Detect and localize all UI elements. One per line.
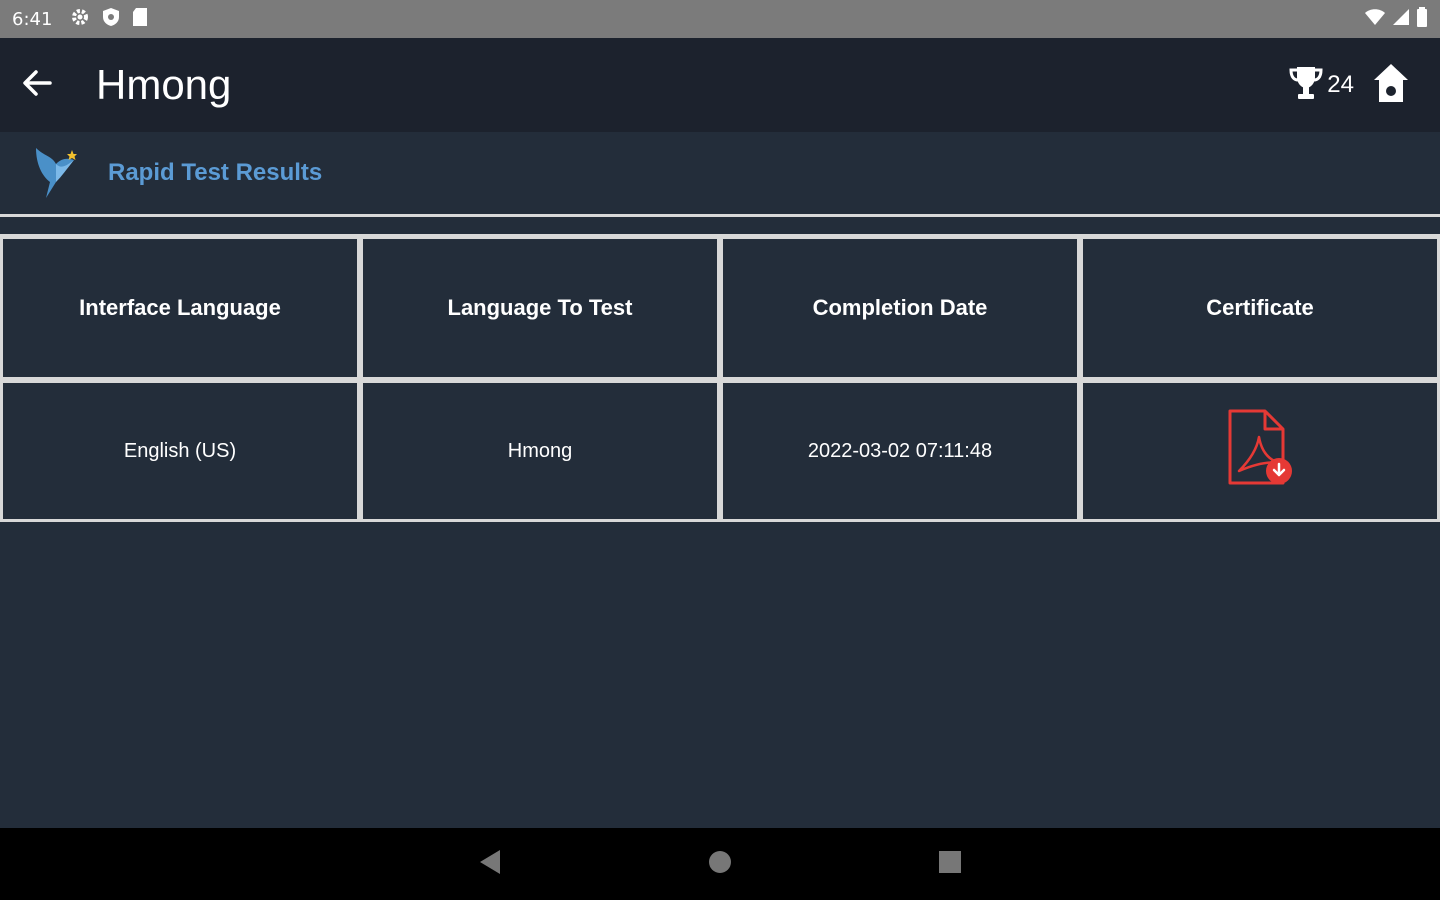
app-actions: 24 [1287, 62, 1410, 109]
column-header: Completion Date [720, 236, 1080, 380]
nav-home-button[interactable] [700, 844, 740, 884]
pdf-download-icon[interactable] [1227, 409, 1293, 487]
trophy-count: 24 [1327, 71, 1354, 98]
table-row: English (US) Hmong 2022-03-02 07:11:48 [0, 380, 1440, 522]
table-header-row: Interface Language Language To Test Comp… [0, 236, 1440, 380]
bird-logo-icon [34, 146, 80, 200]
back-button[interactable] [0, 38, 74, 132]
home-icon [1372, 62, 1410, 109]
back-arrow-icon [20, 66, 54, 105]
completion-date-cell: 2022-03-02 07:11:48 [720, 380, 1080, 522]
language-to-test-cell: Hmong [360, 380, 720, 522]
gear-icon [70, 7, 90, 32]
interface-language-cell: English (US) [0, 380, 360, 522]
column-header: Interface Language [0, 236, 360, 380]
section-title: Rapid Test Results [108, 159, 323, 186]
nav-back-button[interactable] [470, 844, 510, 884]
status-time: 6:41 [12, 8, 53, 30]
shield-icon [102, 7, 120, 32]
status-icons-right [1364, 6, 1428, 32]
nav-home-icon [708, 850, 732, 879]
nav-back-icon [478, 849, 502, 880]
app-bar: Hmong 24 [0, 38, 1440, 132]
column-header: Language To Test [360, 236, 720, 380]
trophy-icon [1287, 65, 1325, 106]
nav-recents-icon [939, 850, 961, 878]
trophy-button[interactable]: 24 [1287, 65, 1354, 106]
status-icons-left [70, 7, 148, 32]
signal-icon [1392, 8, 1410, 31]
results-table: Interface Language Language To Test Comp… [0, 236, 1440, 522]
section-header: Rapid Test Results [0, 132, 1440, 214]
certificate-cell [1080, 380, 1440, 522]
wifi-icon [1364, 8, 1386, 31]
home-button[interactable] [1372, 62, 1410, 109]
system-nav-bar [0, 828, 1440, 900]
column-header: Certificate [1080, 236, 1440, 380]
page-title: Hmong [96, 61, 232, 108]
status-bar: 6:41 [0, 0, 1440, 38]
divider [0, 214, 1440, 217]
battery-icon [1416, 6, 1428, 32]
sd-card-icon [132, 7, 148, 32]
nav-recents-button[interactable] [930, 844, 970, 884]
